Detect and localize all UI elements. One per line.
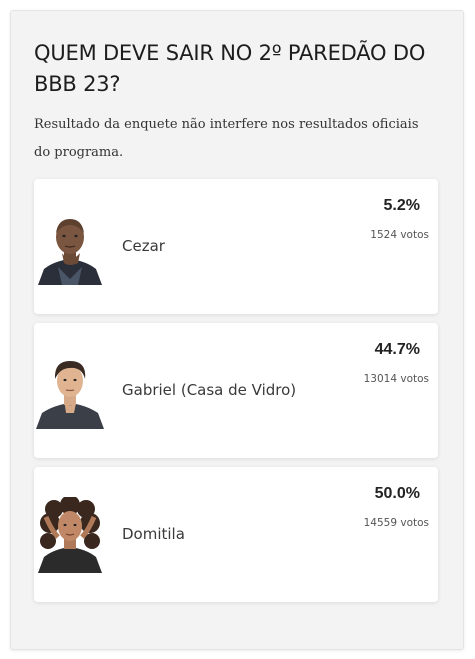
candidate-name: Domitila xyxy=(122,525,185,543)
person-portrait-icon xyxy=(34,497,106,573)
vote-percentage: 5.2% xyxy=(383,197,420,214)
vote-count: 13014 votos xyxy=(363,373,429,385)
candidate-photo xyxy=(34,353,106,429)
poll-title: QUEM DEVE SAIR NO 2º PAREDÃO DO BBB 23? xyxy=(34,41,426,96)
candidate-name: Cezar xyxy=(122,237,165,255)
poll-option-cezar[interactable]: Cezar 5.2% 1524 votos xyxy=(34,179,438,314)
poll-widget: QUEM DEVE SAIR NO 2º PAREDÃO DO BBB 23? … xyxy=(10,10,464,650)
vote-percentage: 44.7% xyxy=(374,341,420,358)
poll-option-domitila[interactable]: Domitila 50.0% 14559 votos xyxy=(34,467,438,602)
vote-percentage: 50.0% xyxy=(374,485,420,502)
candidate-photo xyxy=(34,209,106,285)
poll-option-gabriel[interactable]: Gabriel (Casa de Vidro) 44.7% 13014 voto… xyxy=(34,323,438,458)
candidate-photo xyxy=(34,497,106,573)
person-portrait-icon xyxy=(34,353,106,429)
candidate-name: Gabriel (Casa de Vidro) xyxy=(122,381,297,399)
vote-count: 14559 votos xyxy=(363,517,429,529)
vote-count: 1524 votos xyxy=(370,229,429,241)
poll-subtitle: Resultado da enquete não interfere nos r… xyxy=(34,117,419,160)
person-portrait-icon xyxy=(34,209,106,285)
